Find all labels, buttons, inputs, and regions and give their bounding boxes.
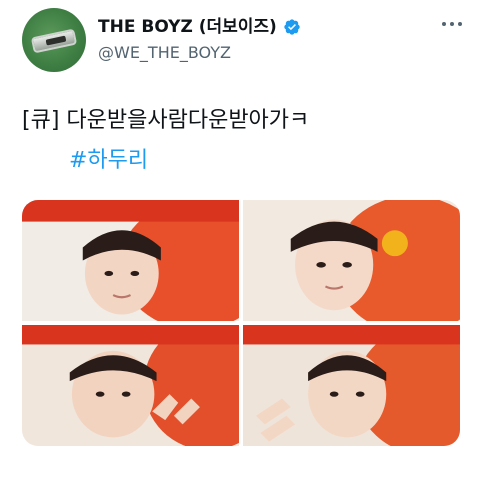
tweet-text: [큐] 다운받을사람다운받아가ㅋ [22,108,310,133]
verified-badge-icon [284,19,300,35]
photo-1[interactable] [22,200,239,321]
photo-4[interactable] [243,325,460,446]
photo-2[interactable] [243,200,460,321]
media-grid [22,200,460,446]
user-handle[interactable]: @WE_THE_BOYZ [98,42,398,64]
tweet-header: THE BOYZ (더보이즈) @WE_THE_BOYZ [98,16,398,64]
name-row: THE BOYZ (더보이즈) [98,16,398,38]
ring-logo-icon [30,28,78,54]
more-options-icon[interactable] [442,22,462,26]
hashtag-link[interactable]: #하두리 [69,146,148,176]
avatar[interactable] [22,8,86,72]
photo-3[interactable] [22,325,239,446]
display-name[interactable]: THE BOYZ (더보이즈) [98,16,277,38]
